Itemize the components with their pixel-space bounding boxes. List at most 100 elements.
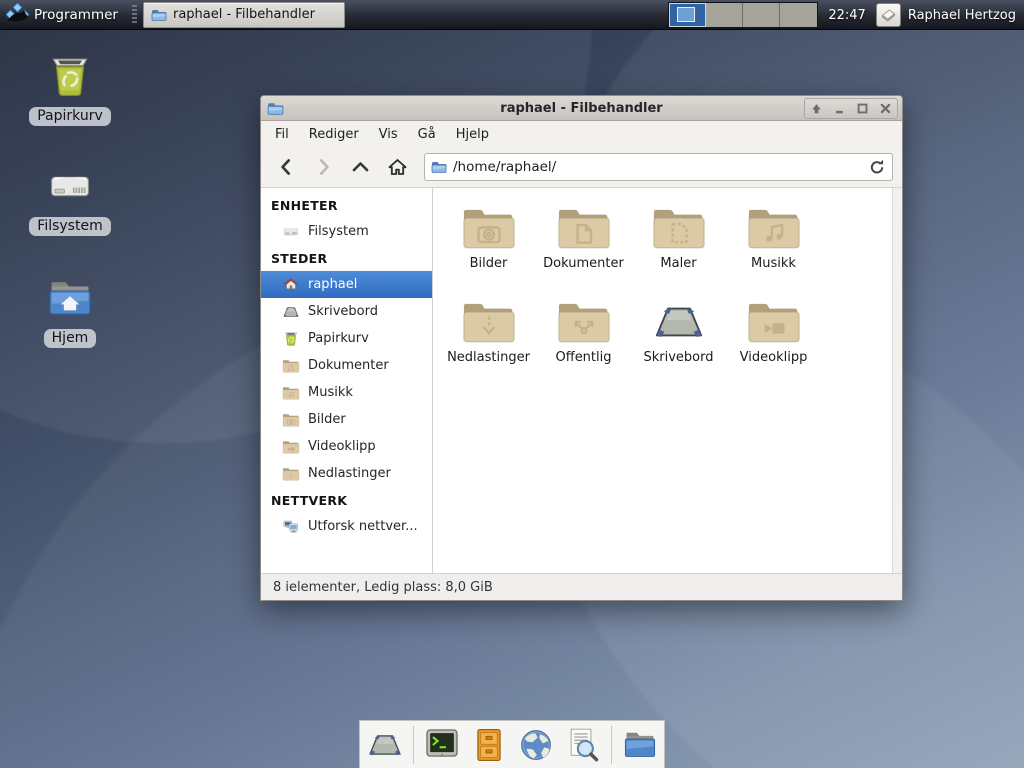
close-button[interactable] bbox=[874, 99, 897, 118]
taskbar-window-button[interactable]: raphael - Filbehandler bbox=[143, 2, 345, 28]
home-button[interactable] bbox=[381, 152, 414, 182]
sidebar-item-skrivebord[interactable]: Skrivebord bbox=[261, 298, 432, 325]
show-desktop-button[interactable] bbox=[366, 726, 404, 764]
trash-icon bbox=[44, 50, 96, 104]
drive-icon bbox=[282, 223, 300, 241]
shade-button[interactable] bbox=[805, 99, 828, 118]
applications-menu-button[interactable]: Programmer bbox=[34, 7, 118, 23]
homefolder-icon bbox=[44, 272, 96, 326]
file-item-musikk[interactable]: Musikk bbox=[726, 202, 821, 296]
file-item-maler[interactable]: Maler bbox=[631, 202, 726, 296]
file-manager-window: raphael - Filbehandler FilRedigerVisGåHj… bbox=[260, 95, 903, 601]
file-item-label: Bilder bbox=[470, 256, 508, 271]
back-button[interactable] bbox=[270, 152, 303, 182]
sidebar-item-label: Videoklipp bbox=[308, 439, 376, 454]
up-button[interactable] bbox=[344, 152, 377, 182]
file-cabinet-button[interactable] bbox=[470, 726, 508, 764]
folder-videos-icon bbox=[282, 438, 300, 456]
sidebar-header-steder: STEDER bbox=[261, 245, 432, 271]
folder-documents-icon bbox=[556, 204, 612, 252]
folder-downloads-icon bbox=[282, 465, 300, 483]
sidebar-item-utforsk-nettver[interactable]: Utforsk nettver... bbox=[261, 513, 432, 540]
sidebar-item-filsystem[interactable]: Filsystem bbox=[261, 218, 432, 245]
file-item-skrivebord[interactable]: Skrivebord bbox=[631, 296, 726, 390]
taskbar-window-label: raphael - Filbehandler bbox=[173, 7, 315, 22]
sidebar-item-bilder[interactable]: Bilder bbox=[261, 406, 432, 433]
drive-icon bbox=[44, 160, 96, 214]
file-item-label: Maler bbox=[660, 256, 696, 271]
clock: 22:47 bbox=[828, 8, 865, 23]
file-item-label: Musikk bbox=[751, 256, 796, 271]
file-item-videoklipp[interactable]: Videoklipp bbox=[726, 296, 821, 390]
file-manager-button[interactable] bbox=[621, 726, 659, 764]
sidebar-item-papirkurv[interactable]: Papirkurv bbox=[261, 325, 432, 352]
statusbar: 8 ielementer, Ledig plass: 8,0 GiB bbox=[261, 573, 902, 600]
top-panel: Programmer raphael - Filbehandler 22:47 … bbox=[0, 0, 1024, 30]
sidebar-item-dokumenter[interactable]: Dokumenter bbox=[261, 352, 432, 379]
menu-fil[interactable]: Fil bbox=[265, 122, 299, 147]
menu-rediger[interactable]: Rediger bbox=[299, 122, 369, 147]
folder-templates-icon bbox=[651, 204, 707, 252]
minimize-button[interactable] bbox=[828, 99, 851, 118]
toolbar: /home/raphael/ bbox=[261, 147, 902, 188]
terminal-button[interactable] bbox=[423, 726, 461, 764]
file-item-label: Skrivebord bbox=[643, 350, 713, 365]
user-name: Raphael Hertzog bbox=[908, 8, 1016, 23]
workspace-pager[interactable] bbox=[668, 2, 818, 28]
workspace-1[interactable] bbox=[669, 3, 706, 27]
file-item-label: Offentlig bbox=[556, 350, 612, 365]
desktop-icon-papirkurv[interactable]: Papirkurv bbox=[15, 50, 125, 126]
desktop: Programmer raphael - Filbehandler 22:47 … bbox=[0, 0, 1024, 768]
sidebar-item-nedlastinger[interactable]: Nedlastinger bbox=[261, 460, 432, 487]
file-item-offentlig[interactable]: Offentlig bbox=[536, 296, 631, 390]
sidebar-item-label: Bilder bbox=[308, 412, 346, 427]
folder-public-icon bbox=[556, 298, 612, 346]
menu-hjelp[interactable]: Hjelp bbox=[446, 122, 499, 147]
sidebar-item-label: Musikk bbox=[308, 385, 353, 400]
desktop-icon bbox=[651, 298, 707, 346]
desktop-icon bbox=[282, 303, 300, 321]
workspace-2[interactable] bbox=[706, 3, 743, 27]
file-view[interactable]: Bilder Dokumenter Maler Musikk Nedlastinger O… bbox=[433, 188, 902, 573]
app-finder-button[interactable] bbox=[564, 726, 602, 764]
sidebar-item-label: Utforsk nettver... bbox=[308, 519, 418, 534]
sidebar-item-videoklipp[interactable]: Videoklipp bbox=[261, 433, 432, 460]
path-text[interactable]: /home/raphael/ bbox=[453, 159, 862, 175]
statusbar-text: 8 ielementer, Ledig plass: 8,0 GiB bbox=[273, 580, 493, 595]
file-item-dokumenter[interactable]: Dokumenter bbox=[536, 202, 631, 296]
maximize-button[interactable] bbox=[851, 99, 874, 118]
sidebar-item-label: Filsystem bbox=[308, 224, 369, 239]
sidebar-item-musikk[interactable]: Musikk bbox=[261, 379, 432, 406]
vertical-scrollbar[interactable] bbox=[892, 188, 902, 573]
sidebar-item-label: Dokumenter bbox=[308, 358, 389, 373]
user-actions-button[interactable] bbox=[876, 3, 901, 27]
workspace-4[interactable] bbox=[780, 3, 817, 27]
desktop-icon-filsystem[interactable]: Filsystem bbox=[15, 160, 125, 236]
window-buttons bbox=[804, 98, 898, 119]
home-icon bbox=[282, 276, 300, 294]
workspace-window-thumb bbox=[677, 7, 695, 22]
titlebar[interactable]: raphael - Filbehandler bbox=[261, 96, 902, 121]
forward-button[interactable] bbox=[307, 152, 340, 182]
desktop-icon-label: Filsystem bbox=[29, 217, 110, 236]
folder-pictures-icon bbox=[282, 411, 300, 429]
workspace-3[interactable] bbox=[743, 3, 780, 27]
menu-vis[interactable]: Vis bbox=[369, 122, 408, 147]
path-entry[interactable]: /home/raphael/ bbox=[424, 153, 893, 181]
desktop-icon-label: Papirkurv bbox=[29, 107, 111, 126]
taskbar-grip bbox=[132, 5, 137, 25]
file-item-bilder[interactable]: Bilder bbox=[441, 202, 536, 296]
xfce-logo-icon[interactable] bbox=[6, 3, 29, 26]
network-icon bbox=[282, 518, 300, 536]
web-browser-button[interactable] bbox=[517, 726, 555, 764]
file-item-nedlastinger[interactable]: Nedlastinger bbox=[441, 296, 536, 390]
file-item-label: Dokumenter bbox=[543, 256, 624, 271]
menu-g[interactable]: Gå bbox=[408, 122, 446, 147]
menubar: FilRedigerVisGåHjelp bbox=[261, 121, 902, 147]
reload-button[interactable] bbox=[868, 158, 886, 176]
folder-icon bbox=[151, 7, 167, 23]
folder-videos-icon bbox=[746, 298, 802, 346]
sidebar-item-raphael[interactable]: raphael bbox=[261, 271, 432, 298]
desktop-icon-hjem[interactable]: Hjem bbox=[15, 272, 125, 348]
sidebar-item-label: raphael bbox=[308, 277, 357, 292]
